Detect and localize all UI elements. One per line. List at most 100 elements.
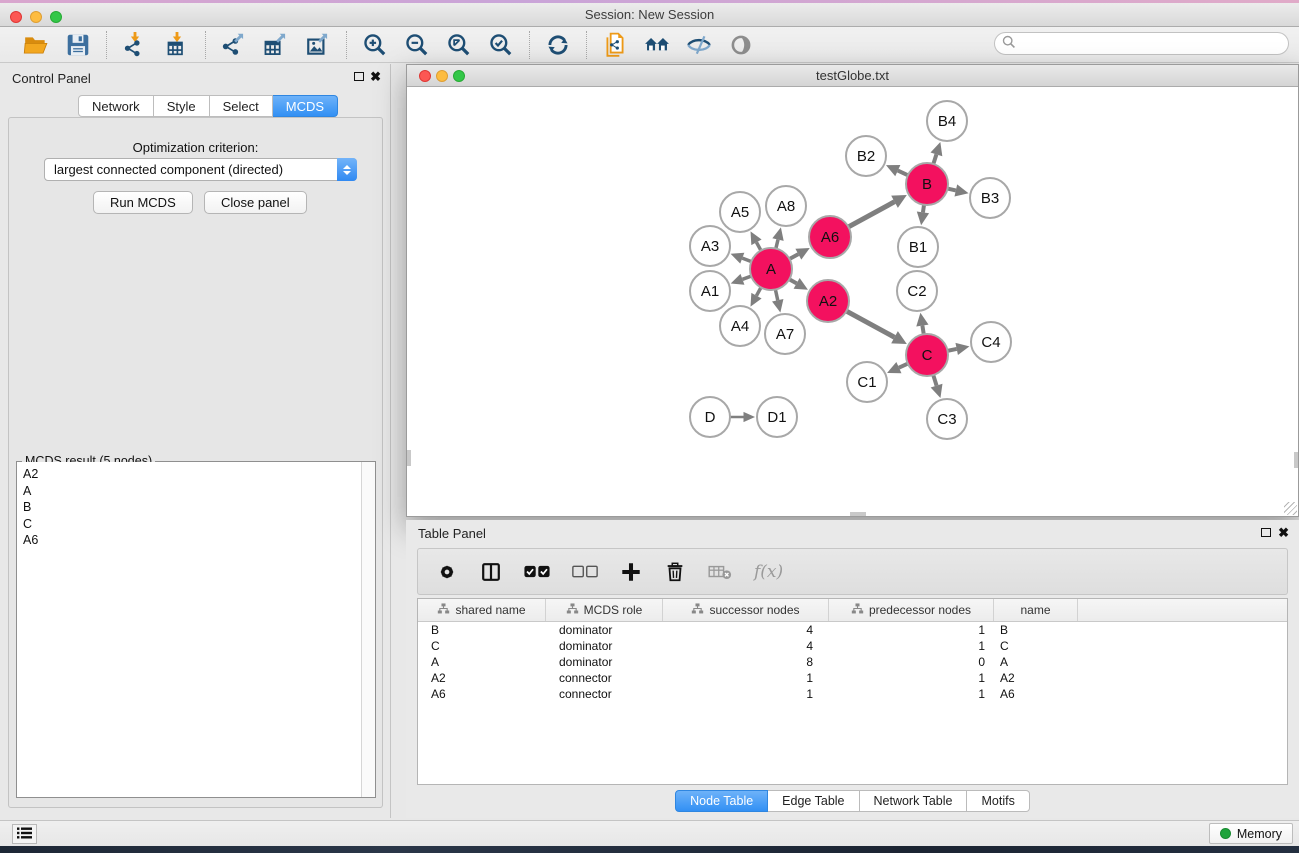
memory-button[interactable]: Memory: [1209, 823, 1293, 844]
table-row[interactable]: Cdominator41C: [418, 638, 1287, 654]
graph-node-C[interactable]: C: [906, 334, 948, 376]
column-header-MCDS-role[interactable]: MCDS role: [546, 599, 663, 621]
window-resize-grip[interactable]: [1284, 502, 1297, 515]
table-row[interactable]: Adominator80A: [418, 654, 1287, 670]
float-panel-icon[interactable]: [354, 70, 364, 84]
network-canvas[interactable]: B4 B2 B B3 A5A8A6 A3 B1 A A1 C2 A2 A4A7 C C4 C1 C3 D D1: [407, 87, 1298, 516]
run-mcds-button[interactable]: Run MCDS: [93, 191, 193, 214]
graph-node-D1[interactable]: D1: [757, 397, 797, 437]
save-session-icon[interactable]: [64, 31, 92, 59]
column-header-shared-name[interactable]: shared name: [418, 599, 546, 621]
svg-text:C2: C2: [907, 283, 926, 300]
column-header-successor-nodes[interactable]: successor nodes: [663, 599, 829, 621]
graph-node-B2[interactable]: B2: [846, 136, 886, 176]
graph-node-A7[interactable]: A7: [765, 314, 805, 354]
mcds-result-list[interactable]: A2ABCA6: [17, 462, 361, 797]
table-cell: 8: [663, 654, 829, 670]
result-list-scrollbar[interactable]: [361, 462, 375, 797]
result-list-item[interactable]: A2: [23, 466, 361, 483]
export-image-icon[interactable]: [304, 31, 332, 59]
delete-table-icon[interactable]: [708, 563, 732, 581]
export-table-icon[interactable]: [262, 31, 290, 59]
graph-node-A2[interactable]: A2: [807, 280, 849, 322]
graph-node-A[interactable]: A: [750, 248, 792, 290]
table-row[interactable]: Bdominator41B: [418, 622, 1287, 638]
add-column-icon[interactable]: [620, 561, 642, 583]
tab-edge-table[interactable]: Edge Table: [768, 790, 859, 812]
result-list-item[interactable]: A6: [23, 532, 361, 549]
canvas-scroll-stub-left: [407, 450, 411, 466]
export-network-icon[interactable]: [220, 31, 248, 59]
deselect-all-icon[interactable]: [572, 564, 598, 579]
close-panel-button[interactable]: Close panel: [204, 191, 307, 214]
graph-node-A8[interactable]: A8: [766, 186, 806, 226]
desktop-wallpaper-bottom: [0, 846, 1299, 853]
graph-node-A1[interactable]: A1: [690, 271, 730, 311]
graph-node-C1[interactable]: C1: [847, 362, 887, 402]
session-title: Session: New Session: [0, 7, 1299, 22]
column-header-predecessor-nodes[interactable]: predecessor nodes: [829, 599, 994, 621]
search-input[interactable]: [1016, 37, 1288, 51]
show-hide-panel-icon[interactable]: [727, 31, 755, 59]
graph-node-C3[interactable]: C3: [927, 399, 967, 439]
graph-node-B3[interactable]: B3: [970, 178, 1010, 218]
zoom-selected-icon[interactable]: [487, 31, 515, 59]
import-network-icon[interactable]: [121, 31, 149, 59]
table-cell: dominator: [546, 638, 663, 654]
close-panel-icon[interactable]: ✖: [370, 69, 381, 85]
graph-node-B[interactable]: B: [906, 163, 948, 205]
table-cell: 4: [663, 622, 829, 638]
result-list-item[interactable]: C: [23, 516, 361, 533]
tab-network-table[interactable]: Network Table: [860, 790, 968, 812]
graph-node-A6[interactable]: A6: [809, 216, 851, 258]
network-window-titlebar[interactable]: testGlobe.txt: [407, 65, 1298, 87]
graph-node-C2[interactable]: C2: [897, 271, 937, 311]
optimization-criterion-select[interactable]: largest connected component (directed): [44, 158, 357, 181]
table-row[interactable]: A2connector11A2: [418, 670, 1287, 686]
home-layout-icon[interactable]: [643, 31, 671, 59]
graph-node-B1[interactable]: B1: [898, 227, 938, 267]
graph-node-C4[interactable]: C4: [971, 322, 1011, 362]
style-preview-icon[interactable]: [685, 31, 713, 59]
zoom-out-icon[interactable]: [403, 31, 431, 59]
tab-select[interactable]: Select: [210, 95, 273, 117]
tab-node-table[interactable]: Node Table: [675, 790, 768, 812]
delete-column-icon[interactable]: [664, 561, 686, 583]
svg-text:D: D: [705, 409, 716, 426]
function-builder-icon[interactable]: f(x): [754, 562, 783, 582]
select-all-icon[interactable]: [524, 564, 550, 579]
copy-network-icon[interactable]: [601, 31, 629, 59]
toolbar-group: [8, 31, 106, 59]
graph-node-D[interactable]: D: [690, 397, 730, 437]
zoom-in-icon[interactable]: [361, 31, 389, 59]
network-graph[interactable]: B4 B2 B B3 A5A8A6 A3 B1 A A1 C2 A2 A4A7 C C4 C1 C3 D D1: [407, 87, 1298, 516]
column-header-name[interactable]: name: [994, 599, 1078, 621]
split-columns-icon[interactable]: [480, 561, 502, 583]
task-history-button[interactable]: [12, 824, 37, 844]
zoom-fit-icon[interactable]: [445, 31, 473, 59]
table-cell: 4: [663, 638, 829, 654]
node-table[interactable]: shared nameMCDS rolesuccessor nodesprede…: [417, 598, 1288, 785]
tab-network[interactable]: Network: [78, 95, 154, 117]
tab-mcds[interactable]: MCDS: [273, 95, 338, 117]
tab-motifs[interactable]: Motifs: [967, 790, 1029, 812]
gear-icon[interactable]: [436, 561, 458, 583]
table-float-panel-icon[interactable]: [1261, 526, 1271, 540]
graph-node-B4[interactable]: B4: [927, 101, 967, 141]
result-list-item[interactable]: A: [23, 483, 361, 500]
tab-style[interactable]: Style: [154, 95, 210, 117]
table-close-panel-icon[interactable]: ✖: [1278, 525, 1289, 541]
table-cell: A2: [994, 670, 1078, 686]
graph-node-A4[interactable]: A4: [720, 306, 760, 346]
graph-node-A5[interactable]: A5: [720, 192, 760, 232]
import-table-icon[interactable]: [163, 31, 191, 59]
table-cell: C: [418, 638, 546, 654]
result-list-item[interactable]: B: [23, 499, 361, 516]
table-row[interactable]: A6connector11A6: [418, 686, 1287, 702]
memory-status-icon: [1220, 828, 1231, 839]
open-file-icon[interactable]: [22, 31, 50, 59]
refresh-layout-icon[interactable]: [544, 31, 572, 59]
control-panel-title: Control Panel: [12, 71, 91, 86]
search-field[interactable]: [994, 32, 1289, 55]
graph-node-A3[interactable]: A3: [690, 226, 730, 266]
